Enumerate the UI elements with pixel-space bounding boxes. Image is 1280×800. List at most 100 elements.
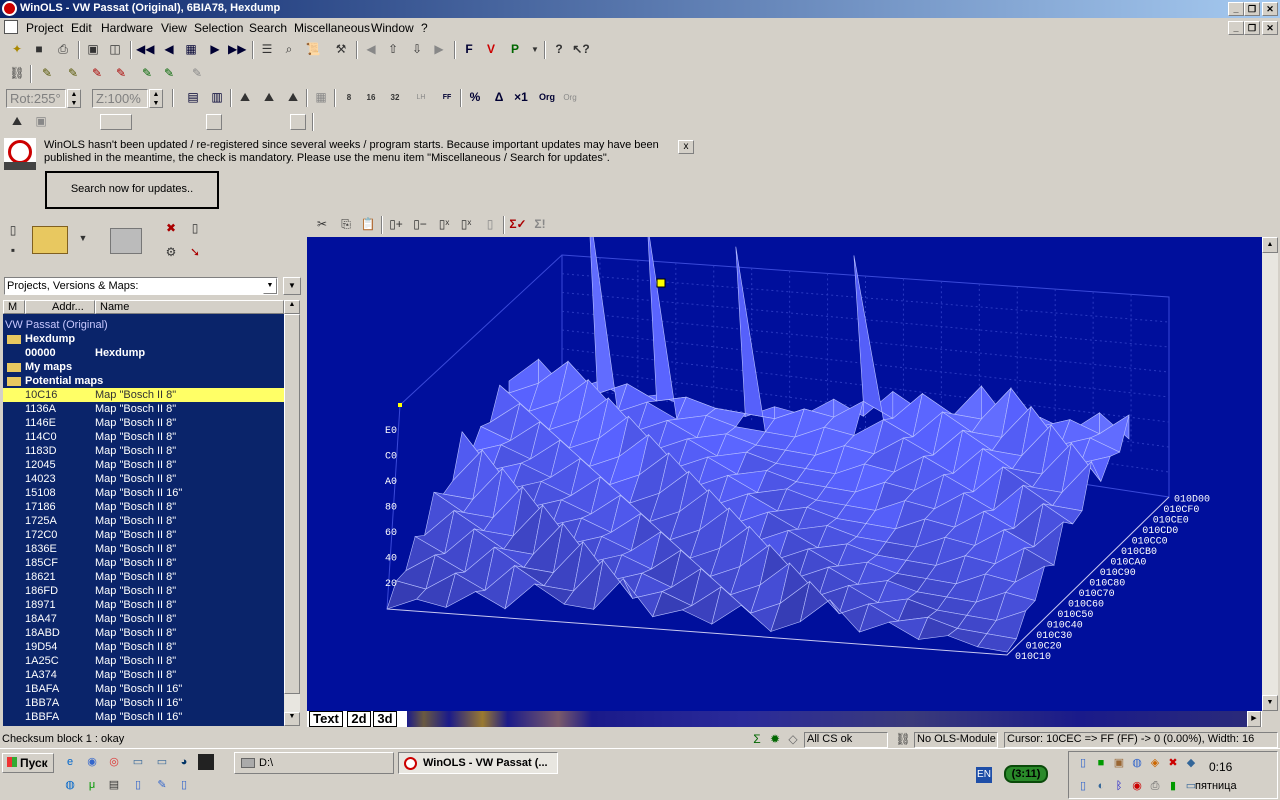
strip-right-arrow[interactable]: ▶: [1247, 711, 1261, 727]
map-disabled-icon[interactable]: ✎: [188, 65, 206, 83]
mdi-close-button[interactable]: ✕: [1262, 21, 1278, 35]
map-list-item[interactable]: 1136A Map "Bosch II 8": [3, 402, 284, 416]
delta-icon[interactable]: Δ: [490, 89, 508, 107]
tab-2d[interactable]: 2d: [347, 711, 371, 727]
task-winols[interactable]: WinOLS - VW Passat (...: [398, 752, 558, 774]
quicklaunch-ie-icon[interactable]: e: [62, 754, 78, 770]
map-list-item[interactable]: 18A47 Map "Bosch II 8": [3, 612, 284, 626]
tools-icon[interactable]: ⚒: [332, 41, 350, 59]
table-icon[interactable]: ▦: [312, 89, 330, 107]
context-help-icon[interactable]: ↖?: [572, 41, 590, 59]
dropdown-arrow-icon[interactable]: ▼: [526, 41, 544, 59]
view-columns-icon[interactable]: ▥: [208, 89, 226, 107]
map-list-item[interactable]: 1BAFA Map "Bosch II 16": [3, 682, 284, 696]
tray-box-icon[interactable]: ▣: [1111, 755, 1127, 771]
settings-icon[interactable]: ⚙: [162, 244, 180, 262]
view-2d-icon[interactable]: ▤: [184, 89, 202, 107]
v-icon[interactable]: V: [482, 41, 500, 59]
disabled-op-icon[interactable]: ▯: [481, 216, 499, 234]
print-icon[interactable]: ⎙: [54, 41, 72, 59]
quicklaunch-doc-icon[interactable]: ▯: [130, 777, 146, 793]
original-diff-icon[interactable]: Org: [560, 89, 580, 107]
open-folder-icon[interactable]: [32, 226, 68, 254]
slider-a[interactable]: [100, 114, 132, 130]
map-list-item[interactable]: 18ABD Map "Bosch II 8": [3, 626, 284, 640]
project-tree[interactable]: VW Passat (Original) Hexdump 00000 Hexdum…: [3, 314, 284, 726]
tree-scrollbar[interactable]: ▲ ▼: [284, 300, 300, 726]
quicklaunch-page-icon[interactable]: ▯: [176, 777, 192, 793]
download-icon[interactable]: ⇩: [408, 41, 426, 59]
cut-icon[interactable]: ✂: [313, 216, 331, 234]
quicklaunch-globe-icon[interactable]: ◍: [62, 777, 78, 793]
paste-icon[interactable]: 📋: [359, 216, 377, 234]
zoom-spinner[interactable]: ▲ ▼: [149, 89, 163, 108]
map-list-item[interactable]: 114C0 Map "Bosch II 8": [3, 430, 284, 444]
tray-warning-icon[interactable]: ◉: [1129, 778, 1145, 794]
delete-row-icon[interactable]: ▯−: [411, 216, 429, 234]
tab-3d[interactable]: 3d: [373, 711, 397, 727]
tree-folder-potential[interactable]: Potential maps: [3, 374, 284, 388]
rotation-field[interactable]: Rot:255°: [6, 89, 66, 108]
open-dropdown-icon[interactable]: ▼: [74, 230, 92, 248]
copy-map-icon[interactable]: ▣: [32, 113, 50, 131]
tray-signal-icon[interactable]: ▮: [1165, 778, 1181, 794]
column-m[interactable]: M: [3, 300, 25, 314]
tray-shield-icon[interactable]: ◆: [1183, 755, 1199, 771]
split-window-icon[interactable]: ◫: [106, 41, 124, 59]
quicklaunch-dark-icon[interactable]: [198, 754, 214, 770]
map-list-item[interactable]: 1A374 Map "Bosch II 8": [3, 668, 284, 682]
map-list-item[interactable]: 14023 Map "Bosch II 8": [3, 472, 284, 486]
menu-window[interactable]: Window: [371, 21, 414, 35]
percent-icon[interactable]: %: [466, 89, 484, 107]
quicklaunch-tool-icon[interactable]: ▭: [130, 754, 146, 770]
quicklaunch-app-icon[interactable]: ◉: [84, 754, 100, 770]
map-edit-icon[interactable]: ✎: [138, 65, 156, 83]
plot-vscroll[interactable]: ▲ ▼: [1262, 237, 1278, 711]
clock-time[interactable]: 0:16: [1209, 760, 1232, 774]
tray-flame-icon[interactable]: ◈: [1147, 755, 1163, 771]
map-list-item[interactable]: 1BB7A Map "Bosch II 16": [3, 696, 284, 710]
bits-16-icon[interactable]: 16: [362, 89, 380, 107]
map-list-item[interactable]: 185CF Map "Bosch II 8": [3, 556, 284, 570]
timer-badge[interactable]: (3:11): [1004, 765, 1048, 783]
map-list-item[interactable]: 12045 Map "Bosch II 8": [3, 458, 284, 472]
help-icon[interactable]: ?: [550, 41, 568, 59]
language-indicator[interactable]: EN: [976, 767, 992, 783]
tray-globe-icon[interactable]: ◍: [1129, 755, 1145, 771]
slider-c[interactable]: [290, 114, 306, 130]
tree-folder-hexdump[interactable]: Hexdump: [3, 332, 284, 346]
map-list-item[interactable]: 1836E Map "Bosch II 8": [3, 542, 284, 556]
mdi-minimize-button[interactable]: _: [1228, 21, 1244, 35]
projects-dropdown[interactable]: Projects, Versions & Maps:: [4, 277, 278, 295]
tree-project[interactable]: VW Passat (Original): [3, 318, 284, 332]
p-icon[interactable]: P: [506, 41, 524, 59]
map-list-item[interactable]: 18971 Map "Bosch II 8": [3, 598, 284, 612]
tab-text[interactable]: Text: [309, 711, 343, 727]
start-button[interactable]: Пуск: [2, 753, 54, 773]
quicklaunch-chrome-icon[interactable]: ◎: [106, 754, 122, 770]
surface-icon[interactable]: ⛰: [236, 89, 254, 107]
chip-icon[interactable]: ■: [30, 41, 48, 59]
wizard-icon[interactable]: ✦: [8, 41, 26, 59]
tray-red-icon[interactable]: ✖: [1165, 755, 1181, 771]
export-icon[interactable]: ✖: [162, 220, 180, 238]
task-explorer[interactable]: D:\: [234, 752, 394, 774]
search-updates-button[interactable]: Search now for updates..: [45, 171, 219, 209]
send-icon[interactable]: ➘: [186, 244, 204, 262]
minimize-button[interactable]: _: [1228, 2, 1244, 16]
menu-miscellaneous[interactable]: Miscellaneous: [294, 21, 370, 35]
restore-button[interactable]: ❐: [1244, 2, 1260, 16]
menu-selection[interactable]: Selection: [194, 21, 243, 35]
map-list-item[interactable]: 1146E Map "Bosch II 8": [3, 416, 284, 430]
slider-b[interactable]: [206, 114, 222, 130]
map-list-item[interactable]: 18621 Map "Bosch II 8": [3, 570, 284, 584]
map-list-item[interactable]: 10C16 Map "Bosch II 8": [3, 388, 284, 402]
map-icon[interactable]: ✎: [38, 65, 56, 83]
tree-item-hexdump[interactable]: 00000 Hexdump: [3, 346, 284, 360]
find-icon[interactable]: ⌕: [280, 41, 298, 59]
filter-button[interactable]: ▼: [283, 277, 301, 295]
map-list-item[interactable]: 172C0 Map "Bosch II 8": [3, 528, 284, 542]
back-icon[interactable]: ◀: [362, 41, 380, 59]
menu-edit[interactable]: Edit: [71, 21, 92, 35]
map-list-item[interactable]: 1A25C Map "Bosch II 8": [3, 654, 284, 668]
